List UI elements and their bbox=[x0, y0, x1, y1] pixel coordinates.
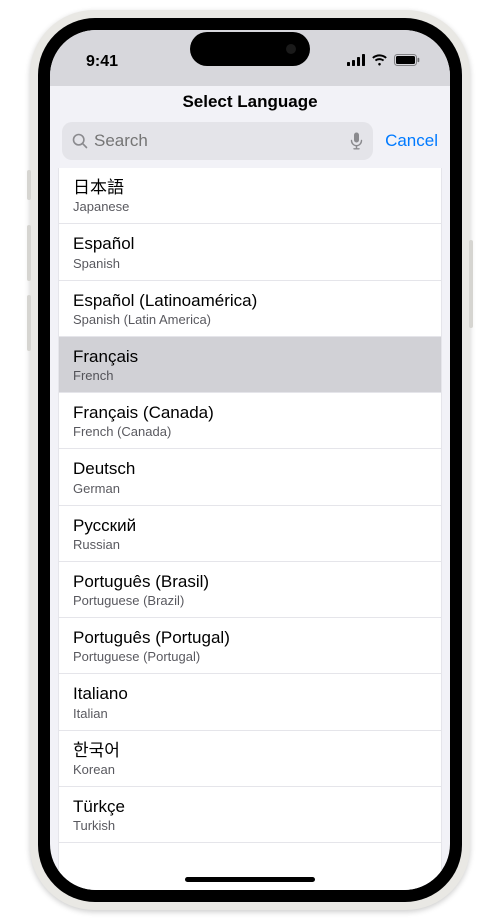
cancel-button[interactable]: Cancel bbox=[385, 131, 438, 151]
language-native-label: Português (Brasil) bbox=[73, 571, 427, 592]
language-english-label: Turkish bbox=[73, 818, 427, 833]
status-indicators bbox=[347, 53, 420, 71]
language-english-label: Spanish bbox=[73, 256, 427, 271]
language-english-label: Portuguese (Brazil) bbox=[73, 593, 427, 608]
language-english-label: Italian bbox=[73, 706, 427, 721]
device-bezel: 9:41 Select Language bbox=[38, 18, 462, 902]
language-native-label: Deutsch bbox=[73, 458, 427, 479]
language-english-label: Spanish (Latin America) bbox=[73, 312, 427, 327]
language-native-label: Español (Latinoamérica) bbox=[73, 290, 427, 311]
cellular-icon bbox=[347, 53, 365, 71]
language-row[interactable]: Español (Latinoamérica)Spanish (Latin Am… bbox=[59, 281, 441, 337]
search-row: Cancel bbox=[50, 122, 450, 168]
language-native-label: 한국어 bbox=[73, 740, 427, 761]
language-native-label: Français bbox=[73, 346, 427, 367]
wifi-icon bbox=[371, 53, 388, 71]
language-native-label: Русский bbox=[73, 515, 427, 536]
language-english-label: French bbox=[73, 368, 427, 383]
language-english-label: Japanese bbox=[73, 199, 427, 214]
dynamic-island bbox=[190, 32, 310, 66]
language-row[interactable]: Português (Portugal)Portuguese (Portugal… bbox=[59, 618, 441, 674]
language-english-label: German bbox=[73, 481, 427, 496]
search-icon bbox=[72, 133, 88, 149]
language-english-label: Portuguese (Portugal) bbox=[73, 649, 427, 664]
mic-icon[interactable] bbox=[350, 132, 363, 150]
language-list[interactable]: 日本語Japanese Español Spanish Español (Latino… bbox=[58, 168, 442, 890]
volume-up-button bbox=[27, 225, 31, 281]
search-box[interactable] bbox=[62, 122, 373, 160]
language-row[interactable]: FrançaisFrench bbox=[59, 337, 441, 393]
language-row[interactable]: TürkçeTurkish bbox=[59, 787, 441, 843]
language-native-label: Español bbox=[73, 233, 427, 254]
language-native-label: 日本語 bbox=[73, 177, 427, 198]
silent-switch bbox=[27, 170, 31, 200]
language-english-label: Russian bbox=[73, 537, 427, 552]
volume-down-button bbox=[27, 295, 31, 351]
language-native-label: Italiano bbox=[73, 683, 427, 704]
power-button bbox=[469, 240, 473, 328]
language-row[interactable]: 日本語Japanese bbox=[59, 168, 441, 224]
language-row[interactable]: РусскийRussian bbox=[59, 506, 441, 562]
language-english-label: French (Canada) bbox=[73, 424, 427, 439]
language-english-label: Korean bbox=[73, 762, 427, 777]
screen: 9:41 Select Language bbox=[50, 30, 450, 890]
language-native-label: Français (Canada) bbox=[73, 402, 427, 423]
language-row[interactable]: Deutsch German bbox=[59, 449, 441, 505]
language-row[interactable]: Français (Canada)French (Canada) bbox=[59, 393, 441, 449]
language-native-label: Türkçe bbox=[73, 796, 427, 817]
language-row[interactable]: Español Spanish bbox=[59, 224, 441, 280]
language-native-label: Português (Portugal) bbox=[73, 627, 427, 648]
device-frame: 9:41 Select Language bbox=[30, 10, 470, 910]
language-row[interactable]: Português (Brasil)Portuguese (Brazil) bbox=[59, 562, 441, 618]
status-time: 9:41 bbox=[86, 53, 118, 71]
search-input[interactable] bbox=[94, 131, 344, 151]
home-indicator bbox=[185, 877, 315, 882]
language-row[interactable]: Italiano Italian bbox=[59, 674, 441, 730]
language-row[interactable]: 한국어Korean bbox=[59, 731, 441, 787]
battery-icon bbox=[394, 53, 420, 71]
page-title: Select Language bbox=[50, 86, 450, 122]
